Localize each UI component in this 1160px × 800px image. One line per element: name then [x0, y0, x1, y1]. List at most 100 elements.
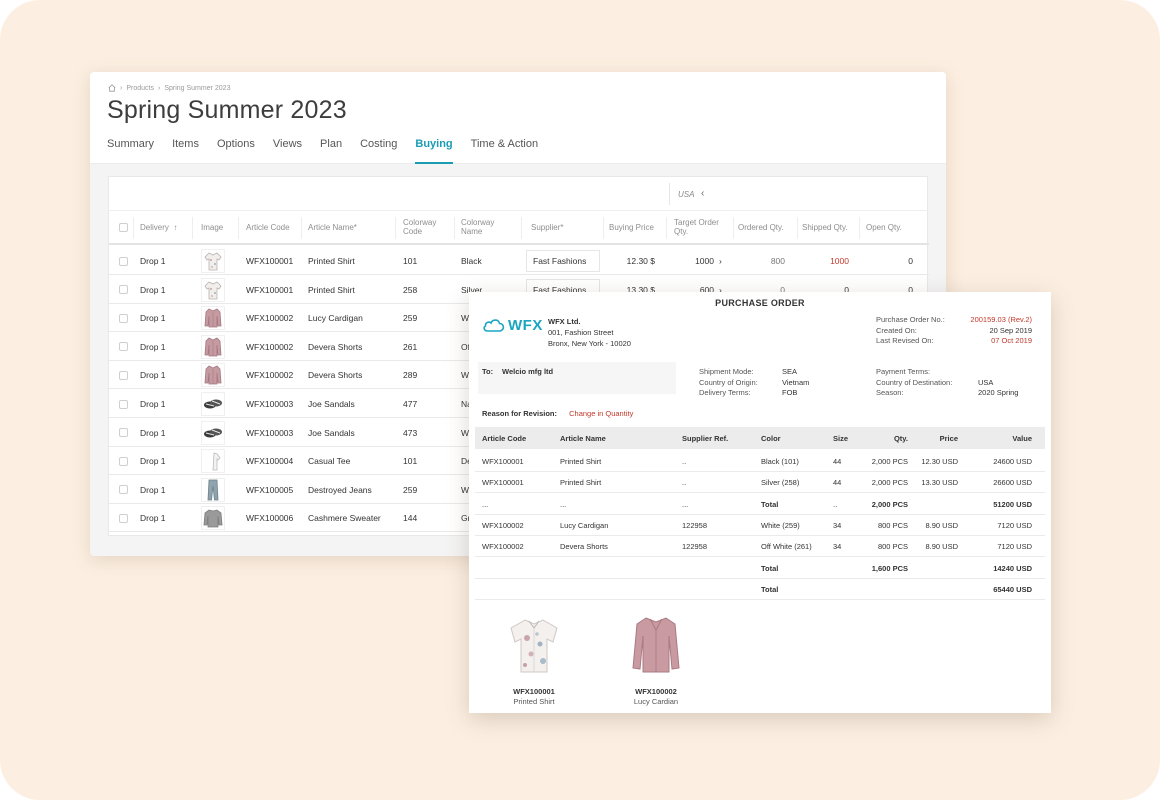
article-name-cell: Joe Sandals: [308, 399, 355, 409]
open-qty-cell: 0: [908, 256, 913, 266]
po-supplier-ref: ...: [682, 499, 689, 509]
colorway-code-cell: 477: [403, 399, 418, 409]
po-col-article-name: Article Name: [560, 433, 606, 443]
po-title: PURCHASE ORDER: [715, 298, 805, 308]
column-header-colorway-name[interactable]: Colorway Name: [461, 211, 507, 243]
shipment-values: SEA Vietnam FOB: [782, 367, 810, 397]
tab-summary[interactable]: Summary: [107, 138, 154, 164]
sort-ascending-icon[interactable]: ↑: [173, 223, 177, 232]
po-col-price: Price: [939, 433, 958, 443]
column-header-delivery[interactable]: Delivery ↑: [140, 211, 177, 243]
column-header-supplier[interactable]: Supplier*: [531, 211, 563, 243]
chevron-right-icon[interactable]: ›: [719, 247, 722, 275]
article-name-cell: Joe Sandals: [308, 427, 355, 438]
column-header-article-code[interactable]: Article Code: [246, 211, 290, 243]
po-color: Off White (261): [761, 542, 812, 552]
po-color: Total: [761, 584, 779, 594]
chevron-left-icon[interactable]: ‹: [701, 188, 704, 199]
row-checkbox[interactable]: [119, 247, 128, 275]
po-value: 26600 USD: [993, 478, 1032, 488]
page-header: › Products › Spring Summer 2023 Spring S…: [90, 72, 946, 164]
row-checkbox[interactable]: [119, 476, 128, 504]
colorway-code-cell: 259: [403, 484, 418, 495]
po-value: 24600 USD: [993, 457, 1032, 466]
colorway-code-cell: 261: [403, 341, 418, 352]
article-code-cell: WFX100005: [246, 484, 294, 495]
po-value: 65440 USD: [993, 584, 1032, 594]
po-qty: 2,000 PCS: [871, 499, 908, 509]
po-size: 44: [833, 457, 842, 466]
tab-costing[interactable]: Costing: [360, 138, 397, 164]
select-all-checkbox[interactable]: [119, 211, 128, 243]
delivery-cell: Drop 1: [140, 256, 166, 266]
po-qty: 1,600 PCS: [871, 563, 908, 573]
row-checkbox[interactable]: [119, 361, 128, 389]
po-article-name: Lucy Cardigan: [560, 520, 609, 530]
row-checkbox[interactable]: [119, 390, 128, 418]
colorway-code-cell: 101: [403, 456, 418, 467]
article-code-cell: WFX100003: [246, 399, 294, 409]
product-name: Printed Shirt: [513, 697, 555, 706]
po-col-value: Value: [1012, 433, 1032, 443]
tab-buying[interactable]: Buying: [415, 138, 453, 164]
po-table-header: Article Code Article Name Supplier Ref. …: [475, 427, 1045, 449]
row-checkbox[interactable]: [119, 333, 128, 361]
row-checkbox[interactable]: [119, 504, 128, 532]
product-name: Lucy Cardian: [633, 697, 679, 706]
sandals-icon: [201, 392, 225, 416]
tab-items[interactable]: Items: [172, 138, 199, 164]
column-header-buying-price[interactable]: Buying Price: [609, 211, 654, 243]
column-header-colorway-code[interactable]: Colorway Code: [403, 211, 449, 243]
po-number: 200159.03 (Rev.2): [970, 315, 1032, 324]
supplier-field[interactable]: Fast Fashions: [526, 250, 600, 272]
buying-price-cell[interactable]: 12.30 $: [609, 247, 655, 275]
wfx-logo: WFX: [482, 317, 543, 334]
article-code-cell: WFX100002: [246, 370, 294, 381]
breadcrumb-products[interactable]: Products: [126, 85, 154, 92]
po-size: 34: [833, 520, 842, 530]
delivery-cell: Drop 1: [140, 313, 166, 324]
purchase-order-document: PURCHASE ORDER WFX WFX Ltd. 001, Fashion…: [469, 292, 1051, 713]
po-qty: [855, 579, 908, 600]
po-article-code: WFX100001: [482, 457, 524, 466]
po-price: 8.90 USD: [925, 542, 958, 552]
article-name-cell: Lucy Cardigan: [308, 313, 363, 324]
meta-row: Last Revised On: 07 Oct 2019: [876, 336, 1032, 345]
row-checkbox[interactable]: [119, 447, 128, 475]
breadcrumb-current: Spring Summer 2023: [164, 84, 231, 92]
revision-value: Change in Quantity: [569, 409, 634, 418]
grid-toolbar: USA ‹: [109, 177, 929, 211]
product-card: WFX100001 Printed Shirt: [499, 614, 569, 707]
cardigan-image: [632, 617, 680, 673]
column-header-article-name[interactable]: Article Name*: [308, 211, 357, 243]
cloud-icon: [483, 319, 505, 332]
po-price: [915, 558, 958, 579]
shirt-icon: [201, 249, 225, 273]
tab-plan[interactable]: Plan: [320, 138, 342, 164]
column-header-ordered-qty[interactable]: Ordered Qty.: [738, 211, 784, 243]
home-icon[interactable]: [108, 84, 116, 92]
row-checkbox[interactable]: [119, 419, 128, 447]
po-col-color: Color: [761, 433, 781, 443]
cardigan-icon: [201, 363, 225, 388]
tab-views[interactable]: Views: [273, 138, 302, 164]
tab-options[interactable]: Options: [217, 138, 255, 164]
article-name-cell: Cashmere Sweater: [308, 513, 381, 524]
po-article-name: ...: [560, 499, 567, 509]
delivery-cell: Drop 1: [140, 513, 166, 524]
column-header-target-order-qty[interactable]: Target Order Qty.: [674, 211, 730, 243]
po-article-name: Printed Shirt: [560, 478, 602, 488]
po-supplier-ref: ..: [682, 457, 687, 466]
tab-bar: Summary Items Options Views Plan Costing…: [107, 138, 556, 164]
row-checkbox[interactable]: [119, 304, 128, 332]
column-header-open-qty[interactable]: Open Qty.: [866, 211, 902, 243]
cardigan-icon: [201, 306, 225, 331]
po-qty: 800 PCS: [877, 520, 908, 530]
column-header-shipped-qty[interactable]: Shipped Qty.: [802, 211, 848, 243]
row-checkbox[interactable]: [119, 276, 128, 304]
article-code-cell: WFX100003: [246, 427, 294, 438]
target-qty-cell[interactable]: 1000: [674, 247, 714, 275]
table-row[interactable]: Drop 1 WFX100001 Printed Shirt 101 Black Fast…: [109, 247, 929, 275]
tab-time-and-action[interactable]: Time & Action: [471, 138, 538, 164]
po-col-supplier-ref: Supplier Ref.: [682, 433, 729, 443]
